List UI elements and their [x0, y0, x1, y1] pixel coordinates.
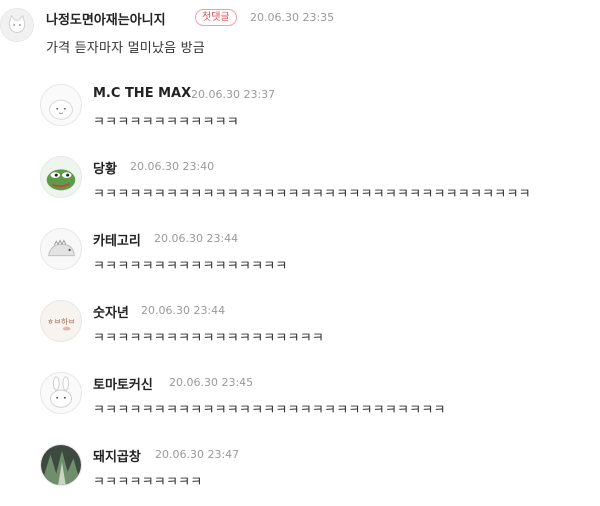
reply-nickname[interactable]: M.C THE MAX — [93, 86, 191, 101]
avatar[interactable] — [40, 84, 82, 126]
reply-nickname[interactable]: 당황 — [93, 158, 117, 177]
avatar[interactable] — [40, 156, 82, 198]
reply-item: 돼지곱창 20.06.30 23:47 ㅋㅋㅋㅋㅋㅋㅋㅋㅋ — [0, 438, 600, 498]
reply-time: 20.06.30 23:44 — [154, 232, 239, 245]
photo-avatar-icon — [41, 445, 81, 485]
avatar[interactable] — [40, 228, 82, 270]
cat-avatar-icon — [1, 9, 33, 41]
text-avatar-icon: ㅎㅂ하ㅂ — [41, 301, 81, 341]
reply-text: ㅋㅋㅋㅋㅋㅋㅋㅋㅋ — [93, 475, 203, 490]
reply-item: ㅎㅂ하ㅂ 숫자년 20.06.30 23:44 ㅋㅋㅋㅋㅋㅋㅋㅋㅋㅋㅋㅋㅋㅋㅋㅋ… — [0, 294, 600, 354]
avatar-text: ㅎㅂ하ㅂ — [47, 316, 75, 326]
reply-nickname[interactable]: 돼지곱창 — [93, 446, 141, 465]
comment-text: 가격 듣자마자 멀미났음 방금 — [46, 41, 205, 56]
reply-time: 20.06.30 23:47 — [155, 448, 240, 461]
comment-nickname[interactable]: 나정도면아재는아니지 — [46, 9, 166, 28]
reply-item: M.C THE MAX 20.06.30 23:37 ㅋㅋㅋㅋㅋㅋㅋㅋㅋㅋㅋㅋ — [0, 78, 600, 138]
reply-nickname[interactable]: 숫자년 — [93, 302, 129, 321]
pepe-frog-avatar-icon — [41, 157, 81, 197]
reply-item: 당황 20.06.30 23:40 ㅋㅋㅋㅋㅋㅋㅋㅋㅋㅋㅋㅋㅋㅋㅋㅋㅋㅋㅋㅋㅋㅋ… — [0, 150, 600, 210]
reply-time: 20.06.30 23:40 — [130, 160, 215, 173]
reply-text: ㅋㅋㅋㅋㅋㅋㅋㅋㅋㅋㅋㅋㅋㅋㅋㅋㅋㅋㅋㅋㅋㅋㅋㅋㅋㅋㅋㅋㅋ — [93, 403, 446, 418]
dinosaur-avatar-icon — [41, 229, 81, 269]
reply-item: 토마토커신 20.06.30 23:45 ㅋㅋㅋㅋㅋㅋㅋㅋㅋㅋㅋㅋㅋㅋㅋㅋㅋㅋㅋ… — [0, 366, 600, 426]
reply-text: ㅋㅋㅋㅋㅋㅋㅋㅋㅋㅋㅋㅋㅋㅋㅋㅋ — [93, 259, 288, 274]
main-comment: 나정도면아재는아니지 첫댓글 20.06.30 23:35 가격 듣자마자 멀미… — [0, 0, 600, 60]
avatar[interactable] — [40, 372, 82, 414]
reply-text: ㅋㅋㅋㅋㅋㅋㅋㅋㅋㅋㅋㅋ — [93, 115, 239, 130]
bunny-avatar-icon — [41, 85, 81, 125]
reply-text: ㅋㅋㅋㅋㅋㅋㅋㅋㅋㅋㅋㅋㅋㅋㅋㅋㅋㅋㅋㅋㅋㅋㅋㅋㅋㅋㅋㅋㅋㅋㅋㅋㅋㅋㅋㅋ — [93, 187, 531, 202]
comment-time: 20.06.30 23:35 — [250, 11, 335, 24]
avatar[interactable] — [40, 444, 82, 486]
avatar[interactable]: ㅎㅂ하ㅂ — [40, 300, 82, 342]
reply-time: 20.06.30 23:44 — [141, 304, 226, 317]
avatar[interactable] — [0, 8, 34, 42]
reply-text: ㅋㅋㅋㅋㅋㅋㅋㅋㅋㅋㅋㅋㅋㅋㅋㅋㅋㅋㅋ — [93, 331, 325, 346]
first-comment-badge: 첫댓글 — [195, 9, 237, 26]
reply-nickname[interactable]: 카테고리 — [93, 230, 141, 249]
reply-time: 20.06.30 23:37 — [191, 88, 276, 101]
reply-item: 카테고리 20.06.30 23:44 ㅋㅋㅋㅋㅋㅋㅋㅋㅋㅋㅋㅋㅋㅋㅋㅋ — [0, 222, 600, 282]
rabbit-avatar-icon — [41, 373, 81, 413]
reply-time: 20.06.30 23:45 — [169, 376, 254, 389]
reply-nickname[interactable]: 토마토커신 — [93, 374, 153, 393]
